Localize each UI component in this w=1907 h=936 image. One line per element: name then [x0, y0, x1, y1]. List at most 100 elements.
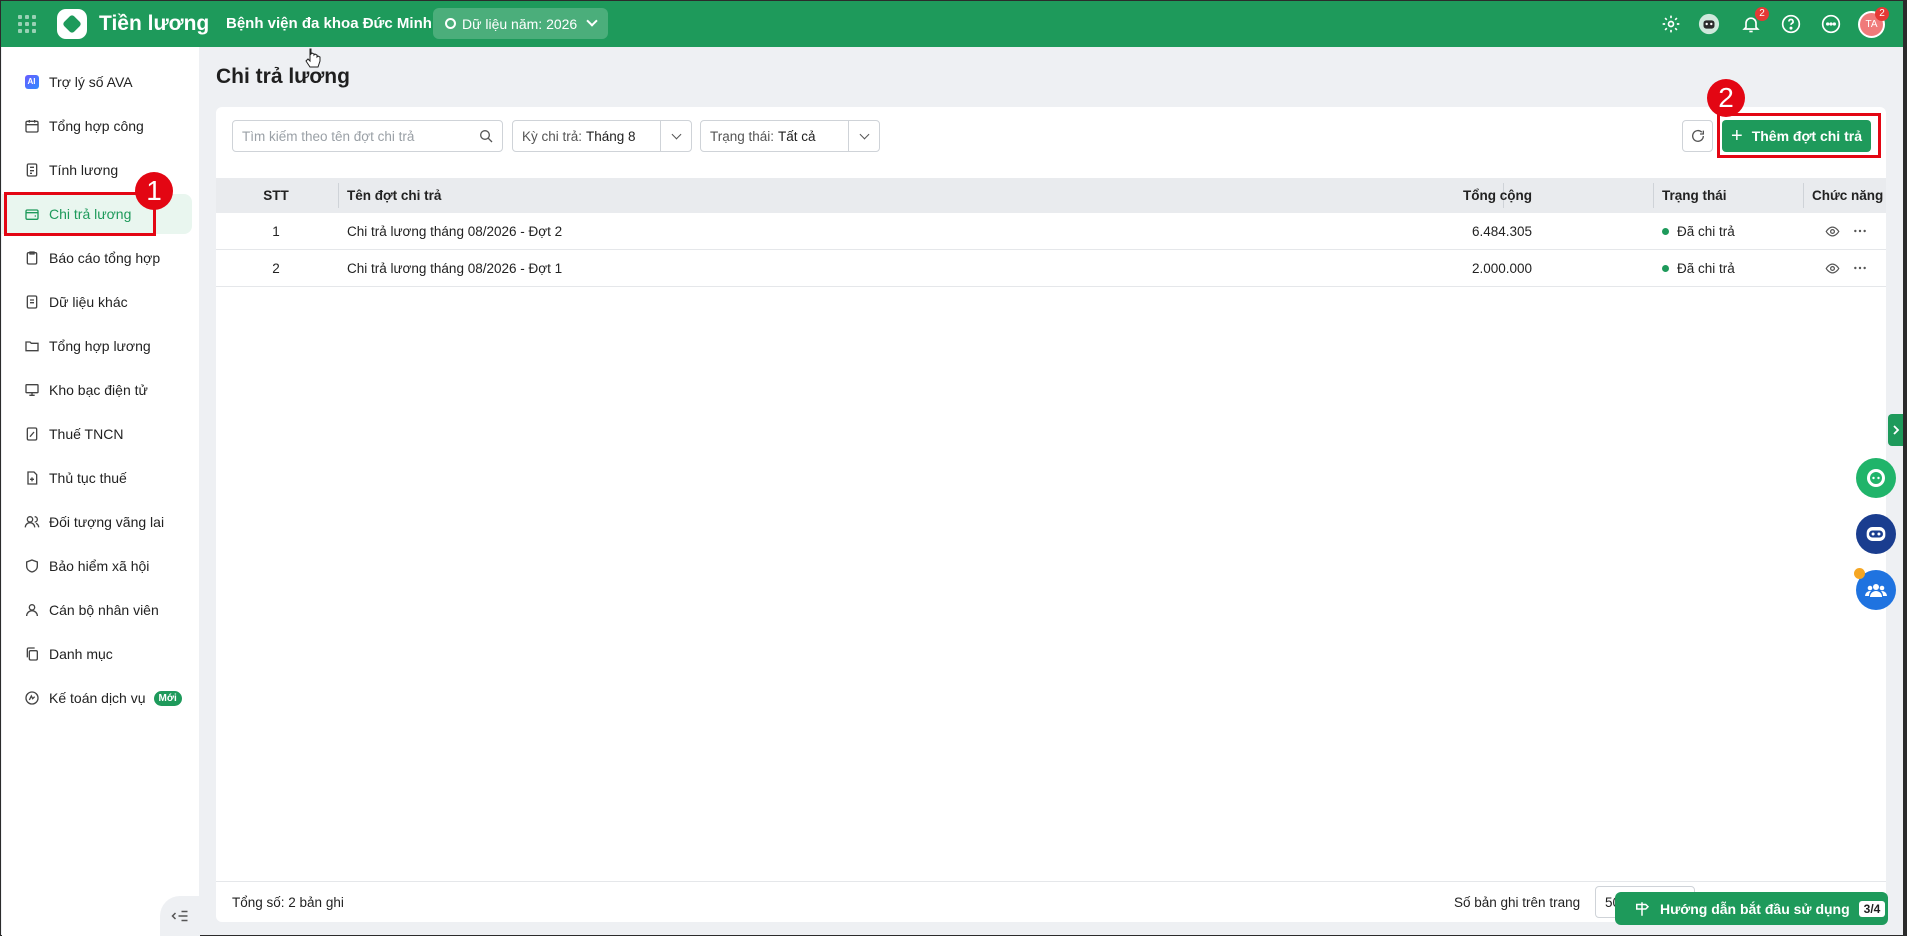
column-header-actions: Chức năng	[1812, 188, 1884, 203]
user-avatar[interactable]: TA 2	[1858, 7, 1889, 38]
row-status-label: Đã chi trả	[1677, 223, 1735, 239]
clipboard-icon	[23, 250, 40, 267]
status-dot	[1662, 227, 1669, 235]
sidebar-item-label: Cán bộ nhân viên	[49, 602, 159, 618]
copy-icon	[23, 646, 40, 663]
sidebar-item-social-insurance[interactable]: Bảo hiểm xã hội	[2, 546, 192, 586]
sidebar-item-service-accounting[interactable]: Kế toán dịch vụ Mới	[2, 678, 192, 718]
ai-icon: AI	[23, 74, 40, 91]
column-header-name[interactable]: Tên đợt chi trả	[347, 178, 441, 213]
guide-step-badge: 3/4	[1858, 900, 1886, 917]
sidebar-item-casual-subjects[interactable]: Đối tượng vãng lai	[2, 502, 192, 542]
sidebar-item-timesheet-summary[interactable]: Tổng hợp công	[2, 106, 192, 146]
chevron-right-icon	[1893, 425, 1900, 435]
row-actions	[1812, 213, 1886, 249]
refresh-icon	[1691, 129, 1704, 142]
chevron-down-icon[interactable]	[848, 121, 879, 151]
sidebar-item-salary-summary[interactable]: Tổng hợp lương	[2, 326, 192, 366]
row-stt: 1	[272, 223, 280, 239]
help-icon[interactable]	[1780, 13, 1802, 35]
annotation-highlight-1	[4, 192, 156, 236]
period-filter[interactable]: Kỳ chi trả: Tháng 8	[512, 120, 692, 152]
chevron-down-icon[interactable]	[660, 121, 691, 151]
row-status: Đã chi trả	[1662, 213, 1735, 249]
notification-dot	[1854, 568, 1865, 579]
page-title: Chi trả lương	[216, 65, 350, 88]
folder-icon	[23, 338, 40, 355]
virtual-assistant-icon[interactable]	[1856, 514, 1896, 554]
sidebar-item-label: Tính lương	[49, 162, 119, 178]
sidebar-item-label: Bảo hiểm xã hội	[49, 558, 150, 574]
document-icon	[23, 294, 40, 311]
window-edge	[1903, 0, 1907, 936]
column-header-status[interactable]: Trạng thái	[1662, 178, 1727, 213]
sidebar-item-label: Danh mục	[49, 646, 113, 662]
sidebar-item-label: Thủ tục thuế	[49, 470, 127, 486]
chat-bot-icon[interactable]	[1856, 458, 1896, 498]
row-total: 6.484.305	[1471, 223, 1532, 239]
more-options-icon[interactable]	[1849, 257, 1871, 279]
notification-bell-icon[interactable]: 2	[1740, 7, 1769, 35]
expand-right-panel-button[interactable]	[1888, 414, 1904, 446]
chevron-down-icon	[586, 15, 598, 27]
assistant-robot-icon[interactable]	[1698, 13, 1720, 35]
row-stt: 2	[272, 260, 280, 276]
shield-heart-icon	[23, 558, 40, 575]
year-selector-label: Dữ liệu năm: 2026	[462, 15, 578, 32]
community-icon[interactable]	[1854, 568, 1896, 610]
eye-icon[interactable]	[1821, 220, 1843, 242]
footer-divider	[216, 881, 1886, 882]
sidebar-item-staff[interactable]: Cán bộ nhân viên	[2, 590, 192, 630]
sidebar-item-personal-income-tax[interactable]: Thuế TNCN	[2, 414, 192, 454]
per-page-label: Số bản ghi trên trang	[1454, 895, 1581, 910]
new-badge: Mới	[153, 690, 182, 706]
organization-name[interactable]: Bệnh viện đa khoa Đức Minh	[226, 15, 432, 32]
sidebar-item-label: Thuế TNCN	[49, 426, 124, 442]
calculator-icon	[23, 162, 40, 179]
sidebar-item-label: Dữ liệu khác	[49, 294, 128, 310]
sidebar-item-label: Trợ lý số AVA	[49, 74, 133, 90]
status-filter-value: Tất cả	[778, 128, 816, 144]
period-filter-value: Tháng 8	[586, 128, 636, 144]
sidebar-item-other-data[interactable]: Dữ liệu khác	[2, 282, 192, 322]
row-name[interactable]: Chi trả lương tháng 08/2026 - Đợt 1	[347, 250, 562, 286]
top-bar: Tiền lương Bệnh viện đa khoa Đức Minh Dữ…	[1, 1, 1906, 47]
total-records: Tổng số: 2 bản ghi	[232, 895, 344, 910]
row-name[interactable]: Chi trả lương tháng 08/2026 - Đợt 2	[347, 213, 562, 249]
table-row[interactable]: 1 Chi trả lương tháng 08/2026 - Đợt 2 6.…	[216, 213, 1886, 250]
search-icon[interactable]	[478, 128, 494, 147]
sidebar-item-tax-procedures[interactable]: Thủ tục thuế	[2, 458, 192, 498]
column-header-total[interactable]: Tổng cộng	[1463, 178, 1532, 213]
more-apps-icon[interactable]	[1820, 13, 1842, 35]
search-input[interactable]: Tìm kiếm theo tên đợt chi trả	[232, 120, 503, 152]
sidebar-item-summary-report[interactable]: Báo cáo tổng hợp	[2, 238, 192, 278]
more-options-icon[interactable]	[1849, 220, 1871, 242]
row-total: 2.000.000	[1471, 260, 1532, 276]
avatar-initials: TA	[1865, 19, 1878, 30]
table-header: STT Tên đợt chi trả Tổng cộng Trạng thái…	[216, 178, 1886, 213]
file-plus-icon	[23, 470, 40, 487]
sidebar-item-categories[interactable]: Danh mục	[2, 634, 192, 674]
period-filter-label: Kỳ chi trả:	[522, 128, 583, 144]
signpost-icon	[1636, 901, 1650, 916]
sidebar-item-e-treasury[interactable]: Kho bạc điện tử	[2, 370, 192, 410]
table-row[interactable]: 2 Chi trả lương tháng 08/2026 - Đợt 1 2.…	[216, 250, 1886, 287]
notification-badge: 2	[1755, 7, 1769, 21]
refresh-button[interactable]	[1682, 120, 1713, 152]
mouse-cursor-icon	[305, 48, 321, 68]
sidebar-item-label: Tổng hợp lương	[49, 338, 151, 354]
app-grid-icon[interactable]	[18, 15, 36, 33]
circle-icon	[445, 18, 456, 29]
collapse-sidebar-button[interactable]	[160, 896, 200, 936]
settings-icon[interactable]	[1660, 13, 1682, 35]
annotation-highlight-2	[1717, 113, 1881, 158]
year-selector[interactable]: Dữ liệu năm: 2026	[433, 8, 608, 39]
guide-button-label: Hướng dẫn bắt đầu sử dụng	[1660, 900, 1850, 917]
status-filter[interactable]: Trạng thái: Tất cả	[700, 120, 880, 152]
column-header-stt: STT	[263, 188, 289, 203]
eye-icon[interactable]	[1821, 257, 1843, 279]
sidebar-item-ava-assistant[interactable]: AI Trợ lý số AVA	[2, 62, 192, 102]
app-name: Tiền lương	[99, 12, 210, 35]
row-actions	[1812, 250, 1886, 286]
getting-started-guide-button[interactable]: Hướng dẫn bắt đầu sử dụng 3/4	[1615, 892, 1888, 925]
